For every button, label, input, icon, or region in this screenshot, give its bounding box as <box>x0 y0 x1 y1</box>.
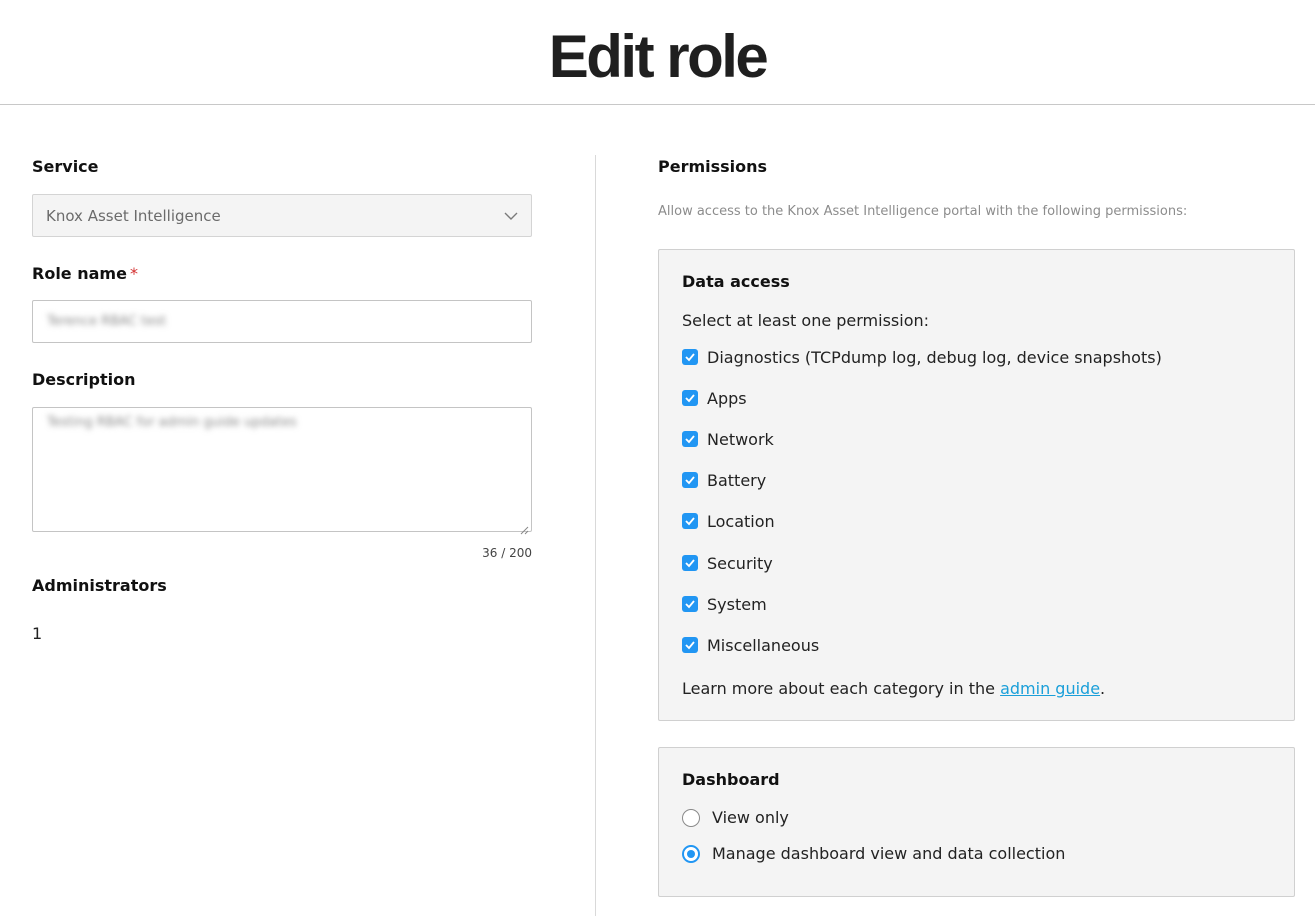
page-header: Edit role <box>0 0 1315 105</box>
description-textarea[interactable]: Testing RBAC for admin guide updates <box>32 407 532 535</box>
learn-more-text: Learn more about each category in the ad… <box>682 679 1105 698</box>
checkbox-checked-icon[interactable] <box>682 472 698 488</box>
permissions-description: Allow access to the Knox Asset Intellige… <box>658 204 1188 219</box>
checkbox-checked-icon[interactable] <box>682 349 698 365</box>
char-count: 36 / 200 <box>482 546 532 560</box>
description-label: Description <box>32 370 136 389</box>
radio-label: View only <box>712 808 789 827</box>
required-marker: * <box>129 264 138 283</box>
page-title: Edit role <box>548 23 769 90</box>
admin-guide-link[interactable]: admin guide <box>1000 679 1100 698</box>
dashboard-panel: Dashboard View only Manage dashboard vie… <box>658 747 1295 897</box>
permissions-title: Permissions <box>658 157 768 176</box>
permission-label: Diagnostics (TCPdump log, debug log, dev… <box>707 348 1162 367</box>
checkbox-checked-icon[interactable] <box>682 637 698 653</box>
role-name-label-text: Role name <box>32 264 127 283</box>
permission-label: Location <box>707 512 775 531</box>
service-label: Service <box>32 157 99 176</box>
dashboard-title: Dashboard <box>682 770 780 789</box>
radio-selected-icon[interactable] <box>682 845 700 863</box>
permission-label: Miscellaneous <box>707 636 820 655</box>
permission-label: Apps <box>707 389 747 408</box>
data-access-instruction: Select at least one permission: <box>682 311 930 330</box>
column-divider <box>595 155 596 916</box>
description-value: Testing RBAC for admin guide updates <box>47 415 297 430</box>
checkbox-checked-icon[interactable] <box>682 596 698 612</box>
permission-label: Security <box>707 554 773 573</box>
radio-label: Manage dashboard view and data collectio… <box>712 844 1066 863</box>
service-select-value: Knox Asset Intelligence <box>46 207 221 225</box>
checkbox-checked-icon[interactable] <box>682 555 698 571</box>
checkbox-checked-icon[interactable] <box>682 390 698 406</box>
administrators-count: 1 <box>32 624 43 643</box>
radio-unselected-icon[interactable] <box>682 809 700 827</box>
checkbox-checked-icon[interactable] <box>682 431 698 447</box>
learn-more-suffix: . <box>1100 679 1106 698</box>
role-name-label: Role name * <box>32 264 138 283</box>
permission-label: System <box>707 595 767 614</box>
permission-label: Battery <box>707 471 767 490</box>
service-select[interactable]: Knox Asset Intelligence <box>32 194 532 237</box>
resize-grip-icon[interactable] <box>520 520 529 535</box>
role-name-input[interactable]: Terence RBAC test <box>32 300 532 343</box>
checkbox-checked-icon[interactable] <box>682 513 698 529</box>
data-access-panel: Data access Select at least one permissi… <box>658 249 1295 721</box>
role-name-value: Terence RBAC test <box>47 314 167 329</box>
learn-more-prefix: Learn more about each category in the <box>682 679 1001 698</box>
data-access-title: Data access <box>682 272 790 291</box>
chevron-down-icon <box>503 208 519 224</box>
administrators-label: Administrators <box>32 576 167 595</box>
permission-label: Network <box>707 430 774 449</box>
